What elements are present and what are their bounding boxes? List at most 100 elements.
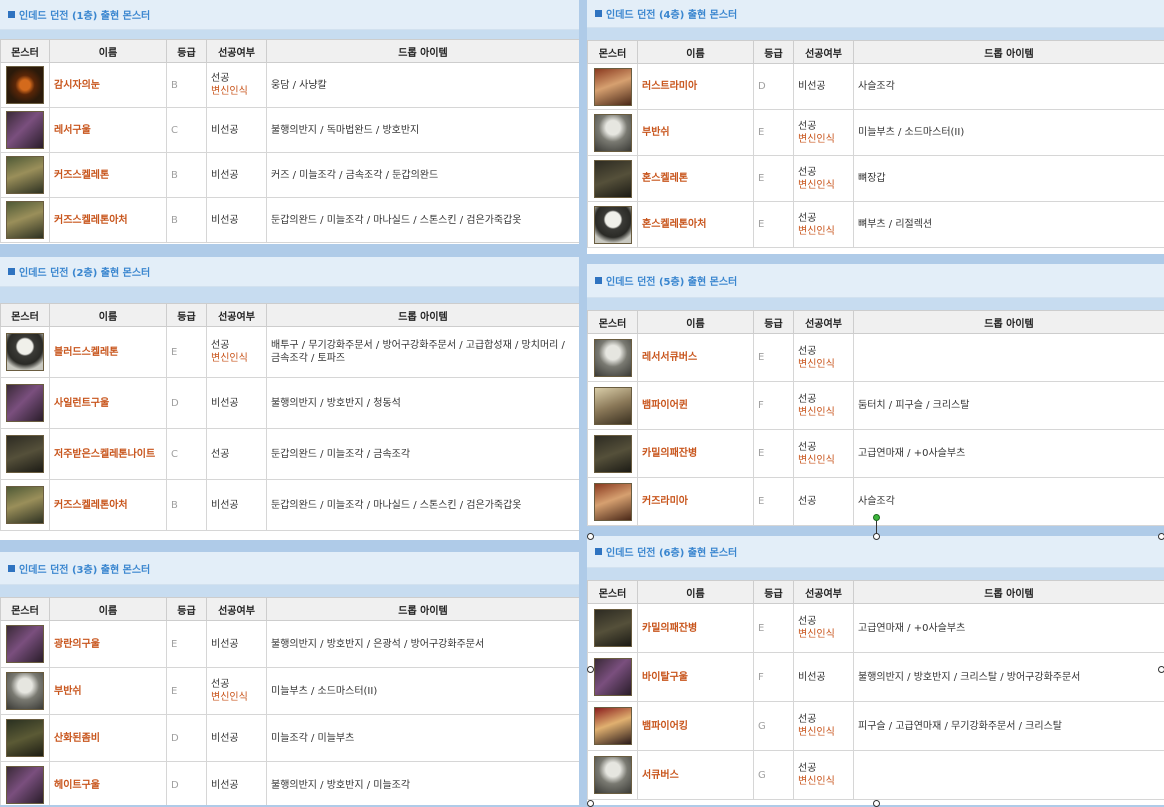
aggressive-cell: 선공변신인식 — [794, 110, 854, 156]
table-header-row: 몬스터이름등급선공여부드롭 아이템 — [588, 311, 1164, 334]
aggressive-cell: 비선공 — [207, 153, 267, 198]
ghoul-icon — [6, 384, 44, 422]
section-gap — [587, 28, 1164, 40]
cursed-skeleton-knight-icon — [6, 435, 44, 473]
monster-name[interactable]: 커즈라미아 — [638, 478, 754, 526]
monster-name[interactable]: 혼스켈레톤 — [638, 156, 754, 202]
resize-handle-bottom-center[interactable] — [873, 800, 880, 807]
table-row: 카밀의패잔병E선공변신인식고급연마재 / +0사슬부츠 — [588, 604, 1164, 653]
monster-name[interactable]: 커즈스켈레톤아처 — [50, 480, 167, 531]
monster-name[interactable]: 카밀의패잔병 — [638, 430, 754, 478]
monster-table: 몬스터이름등급선공여부드롭 아이템카밀의패잔병E선공변신인식고급연마재 / +0… — [587, 580, 1164, 800]
monster-grade: D — [754, 64, 794, 110]
aggressive-status: 선공 — [798, 442, 816, 453]
monster-name[interactable]: 저주받은스켈레톤나이트 — [50, 429, 167, 480]
aggressive-cell: 선공변신인식 — [207, 327, 267, 378]
resize-handle-top-left[interactable] — [587, 533, 594, 540]
monster-name[interactable]: 광란의구울 — [50, 621, 167, 668]
monster-grade: E — [754, 202, 794, 248]
aggressive-cell: 비선공 — [794, 653, 854, 702]
resize-handle-middle-right[interactable] — [1158, 666, 1164, 673]
square-bullet-icon — [8, 565, 15, 572]
monster-name[interactable]: 커즈스켈레톤아처 — [50, 198, 167, 243]
aggressive-cell: 비선공 — [207, 762, 267, 806]
header-drops: 드롭 아이템 — [267, 304, 580, 327]
table-row: 블러드스켈레톤E선공변신인식배투구 / 무기강화주문서 / 방어구강화주문서 /… — [1, 327, 580, 378]
monster-name[interactable]: 레서서큐버스 — [638, 334, 754, 382]
succubus-icon — [594, 756, 632, 794]
monster-name[interactable]: 헤이트구울 — [50, 762, 167, 806]
monster-name[interactable]: 산화된좀비 — [50, 715, 167, 762]
aggressive-status: 선공 — [798, 714, 816, 725]
monster-name[interactable]: 뱀파이어퀸 — [638, 382, 754, 430]
aggressive-status: 선공 — [798, 496, 816, 507]
section-title: 인데드 던전 (4층) 출현 몬스터 — [587, 0, 1164, 28]
eye-monster-icon — [6, 66, 44, 104]
floor-1-panel: 인데드 던전 (1층) 출현 몬스터 몬스터이름등급선공여부드롭 아이템감시자의… — [0, 0, 579, 244]
section-gap — [587, 298, 1164, 310]
drop-items: 고급연마재 / +0사슬부츠 — [854, 430, 1164, 478]
monster-name[interactable]: 러스트라미아 — [638, 64, 754, 110]
aggressive-cell: 비선공 — [207, 480, 267, 531]
header-aggressive: 선공여부 — [794, 581, 854, 604]
karma-remnant-icon — [594, 435, 632, 473]
drop-items: 둠터치 / 피구슬 / 크리스탈 — [854, 382, 1164, 430]
monster-name[interactable]: 바이탈구울 — [638, 653, 754, 702]
monster-grade: E — [167, 621, 207, 668]
monster-cell — [1, 621, 50, 668]
monster-name[interactable]: 혼스켈레톤아처 — [638, 202, 754, 248]
table-row: 부반쉬E선공변신인식미늘부츠 / 소드마스터(II) — [1, 668, 580, 715]
resize-handle-bottom-left[interactable] — [587, 800, 594, 807]
monster-table: 몬스터이름등급선공여부드롭 아이템러스트라미아D비선공사슬조각부반쉬E선공변신인… — [587, 40, 1164, 248]
aggressive-status: 선공 — [211, 449, 229, 460]
rotate-handle[interactable] — [873, 514, 880, 521]
aggressive-status: 선공 — [798, 167, 816, 178]
header-aggressive: 선공여부 — [207, 40, 267, 63]
monster-name[interactable]: 커즈스켈레톤 — [50, 153, 167, 198]
header-grade: 등급 — [167, 598, 207, 621]
monster-cell — [588, 64, 638, 110]
monster-name[interactable]: 감시자의눈 — [50, 63, 167, 108]
skeleton-archer-icon — [6, 201, 44, 239]
banshee-icon — [594, 114, 632, 152]
table-row: 카밀의패잔병E선공변신인식고급연마재 / +0사슬부츠 — [588, 430, 1164, 478]
monster-grade: E — [754, 478, 794, 526]
monster-name[interactable]: 레서구울 — [50, 108, 167, 153]
vampire-king-icon — [594, 707, 632, 745]
resize-handle-top-right[interactable] — [1158, 533, 1164, 540]
table-header-row: 몬스터이름등급선공여부드롭 아이템 — [1, 40, 580, 63]
header-aggressive: 선공여부 — [794, 41, 854, 64]
drop-items: 고급연마재 / +0사슬부츠 — [854, 604, 1164, 653]
aggressive-cell: 선공변신인식 — [207, 63, 267, 108]
monster-grade: E — [167, 668, 207, 715]
monster-name[interactable]: 뱀파이어킹 — [638, 702, 754, 751]
monster-name[interactable]: 부반쉬 — [638, 110, 754, 156]
drop-items: 커즈 / 미늘조각 / 금속조각 / 둔갑의완드 — [267, 153, 580, 198]
monster-name[interactable]: 사일런트구울 — [50, 378, 167, 429]
aggressive-status: 선공 — [798, 616, 816, 627]
monster-cell — [588, 334, 638, 382]
monster-grade: E — [754, 156, 794, 202]
resize-handle-middle-left[interactable] — [587, 666, 594, 673]
header-monster: 몬스터 — [588, 311, 638, 334]
table-header-row: 몬스터이름등급선공여부드롭 아이템 — [1, 304, 580, 327]
monster-cell — [588, 430, 638, 478]
resize-handle-top-center[interactable] — [873, 533, 880, 540]
aggressive-cell: 비선공 — [794, 64, 854, 110]
table-row: 러스트라미아D비선공사슬조각 — [588, 64, 1164, 110]
transform-detect: 변신인식 — [798, 226, 835, 237]
transform-detect: 변신인식 — [798, 455, 835, 466]
monster-name[interactable]: 서큐버스 — [638, 751, 754, 800]
drop-items: 불행의반지 / 방호반지 / 크리스탈 / 방어구강화주문서 — [854, 653, 1164, 702]
floor-4-panel: 인데드 던전 (4층) 출현 몬스터 몬스터이름등급선공여부드롭 아이템러스트라… — [587, 0, 1164, 254]
monster-name[interactable]: 블러드스켈레톤 — [50, 327, 167, 378]
monster-cell — [1, 378, 50, 429]
monster-cell — [588, 604, 638, 653]
header-grade: 등급 — [167, 304, 207, 327]
monster-name[interactable]: 부반쉬 — [50, 668, 167, 715]
monster-grade: D — [167, 715, 207, 762]
aggressive-status: 비선공 — [211, 639, 239, 650]
monster-grade: E — [754, 604, 794, 653]
monster-name[interactable]: 카밀의패잔병 — [638, 604, 754, 653]
monster-grade: B — [167, 480, 207, 531]
